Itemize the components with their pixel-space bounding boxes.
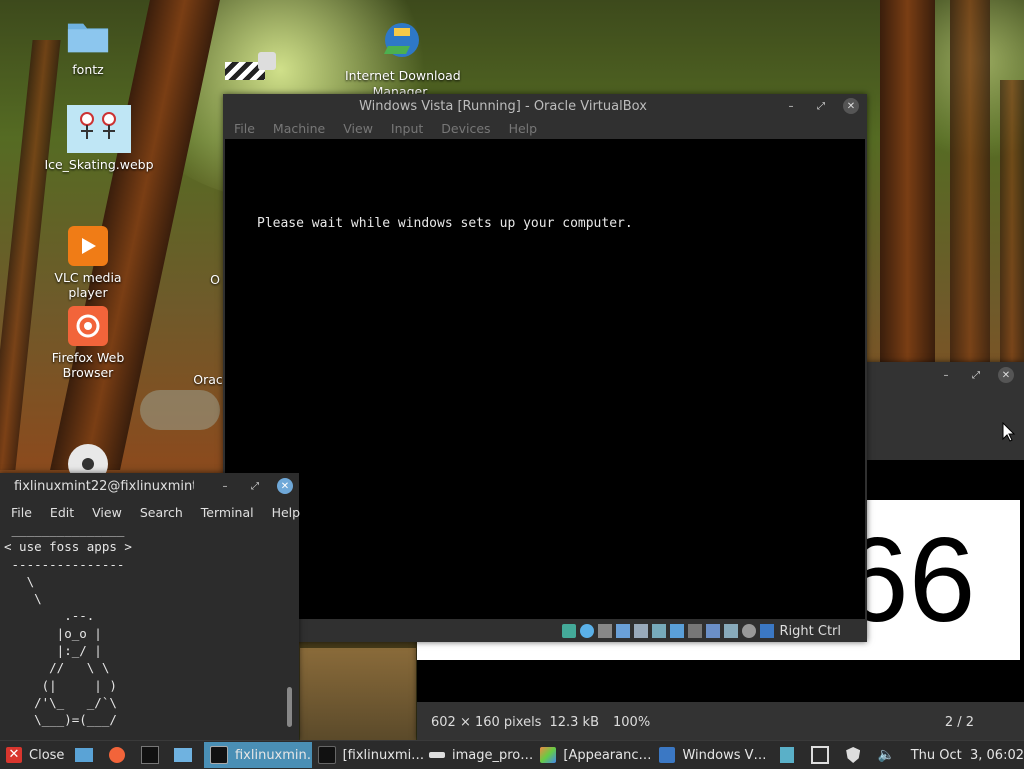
close-window-applet[interactable]: ✕ Close [0,742,68,768]
floppy-icon[interactable] [597,624,612,638]
virtualbox-icon [659,747,676,763]
optical-drive-icon[interactable] [579,624,594,638]
menu-help[interactable]: Help [509,121,538,136]
vm-screen[interactable]: Please wait while windows sets up your c… [225,139,865,619]
desktop-icon-fontz[interactable]: fontz [33,14,143,77]
virtualbox-menubar: File Machine View Input Devices Help [223,118,867,138]
appearance-icon [540,747,557,763]
virtualbox-titlebar[interactable]: Windows Vista [Running] - Oracle Virtual… [223,94,867,118]
image-page-counter: 2 / 2 [944,714,974,730]
close-label: Close [29,747,65,763]
taskbar: ✕ Close fixlinuxmin… [fixlinuxmi… image_… [0,740,1024,769]
terminal-icon [317,746,336,764]
image-thumbnail-icon [67,105,131,153]
image-viewer-icon [428,752,445,758]
mouse-integration-icon[interactable] [723,624,738,638]
task-label: [fixlinuxmi… [342,747,423,763]
task-label: [Appearanc… [563,747,652,763]
maximize-icon[interactable]: ⤢ [813,98,829,114]
show-desktop-icon[interactable] [74,746,95,764]
volume-icon[interactable]: 🔈 [876,746,897,764]
task-image-viewer[interactable]: image_pro… [423,742,534,768]
desktop-icon-idm[interactable]: Internet Download Manager [345,20,461,99]
files-launcher-icon[interactable] [173,746,194,764]
menu-view[interactable]: View [92,505,122,520]
task-terminal-active[interactable]: fixlinuxmin… [203,742,312,768]
terminal-launcher-icon[interactable] [140,746,161,764]
terminal-output[interactable]: _______________ < use foss apps > ------… [0,527,290,740]
desktop-icon-ice-skating[interactable]: Ice_Skating.webp [44,105,154,172]
menu-file[interactable]: File [11,505,32,520]
menu-help[interactable]: Help [272,505,301,520]
minimize-icon[interactable]: – [938,367,954,383]
task-label: Windows V… [682,747,767,763]
desktop-icon-firefox[interactable]: Firefox Web Browser [33,306,143,380]
desktop-icon-label: fontz [72,62,104,77]
terminal-menubar: File Edit View Search Terminal Help [0,499,301,525]
virtualbox-window[interactable]: Windows Vista [Running] - Oracle Virtual… [223,94,867,642]
recording-icon[interactable] [687,624,702,638]
minimize-icon[interactable]: – [783,98,799,114]
window-title: Windows Vista [Running] - Oracle Virtual… [359,98,647,114]
minimize-icon[interactable]: – [217,478,233,494]
task-terminal-2[interactable]: [fixlinuxmi… [312,742,423,768]
menu-machine[interactable]: Machine [273,121,325,136]
vlc-icon [68,226,108,266]
window-title: fixlinuxmint22@fixlinuxmint [14,478,194,494]
workspace-tray-icon[interactable] [810,746,831,764]
menu-view[interactable]: View [343,121,373,136]
terminal-scrollbar[interactable] [287,687,292,727]
menu-terminal[interactable]: Terminal [201,505,254,520]
close-icon[interactable]: ✕ [998,367,1014,383]
clock[interactable]: Thu Oct 3, 06:02 [911,748,1024,763]
host-key-label: Right Ctrl [779,623,842,639]
maximize-icon[interactable]: ⤢ [968,367,984,383]
desktop-icon-vlc[interactable]: VLC media player [33,226,143,300]
menu-file[interactable]: File [234,121,255,136]
image-filesize: 12.3 kB [549,714,599,730]
image-dimensions: 602 × 160 pixels [431,714,542,730]
idm-icon [376,20,424,64]
desktop-icon-label: Ice_Skating.webp [44,157,154,172]
desktop-icon-label: Firefox Web Browser [51,350,125,380]
menu-search[interactable]: Search [140,505,183,520]
firefox-icon [68,306,108,346]
capture-icon[interactable] [741,624,756,638]
desktop-icon-label: Internet Download Manager [345,68,461,99]
clipboard-tray-icon[interactable] [777,746,798,764]
maximize-icon[interactable]: ⤢ [247,478,263,494]
menu-input[interactable]: Input [391,121,423,136]
audio-icon[interactable] [615,624,630,638]
close-icon[interactable]: ✕ [277,478,293,494]
terminal-cowsay-text: _______________ < use foss apps > ------… [4,527,132,728]
shield-icon[interactable] [843,746,864,764]
close-red-icon: ✕ [6,747,22,763]
folder-icon [66,14,110,58]
menu-devices[interactable]: Devices [441,121,490,136]
usb-icon[interactable] [633,624,648,638]
firefox-launcher-icon[interactable] [107,746,128,764]
terminal-titlebar[interactable]: fixlinuxmint22@fixlinuxmint – ⤢ ✕ [0,473,299,499]
menu-edit[interactable]: Edit [50,505,74,520]
host-key-icon[interactable] [759,624,774,638]
image-zoom: 100% [613,714,651,730]
terminal-icon [209,746,228,764]
task-appearance[interactable]: [Appearanc… [534,742,653,768]
vt-icon[interactable] [705,624,720,638]
task-label: fixlinuxmin… [234,747,312,763]
close-icon[interactable]: ✕ [843,98,859,114]
terminal-window[interactable]: fixlinuxmint22@fixlinuxmint – ⤢ ✕ File E… [0,473,301,740]
desktop-icon-label: VLC media player [54,270,122,300]
lock-icon [258,52,276,70]
task-label: image_pro… [451,747,534,763]
mouse-cursor-icon [1002,421,1016,446]
shared-folder-icon[interactable] [651,624,666,638]
task-virtualbox[interactable]: Windows V… [653,742,770,768]
vm-statusbar: Right Ctrl [223,620,867,642]
vm-setup-message: Please wait while windows sets up your c… [257,216,633,231]
network-icon[interactable] [561,624,576,638]
image-viewer-statusbar: 602 × 160 pixels 12.3 kB 100% 2 / 2 [417,704,1024,740]
display-icon[interactable] [669,624,684,638]
